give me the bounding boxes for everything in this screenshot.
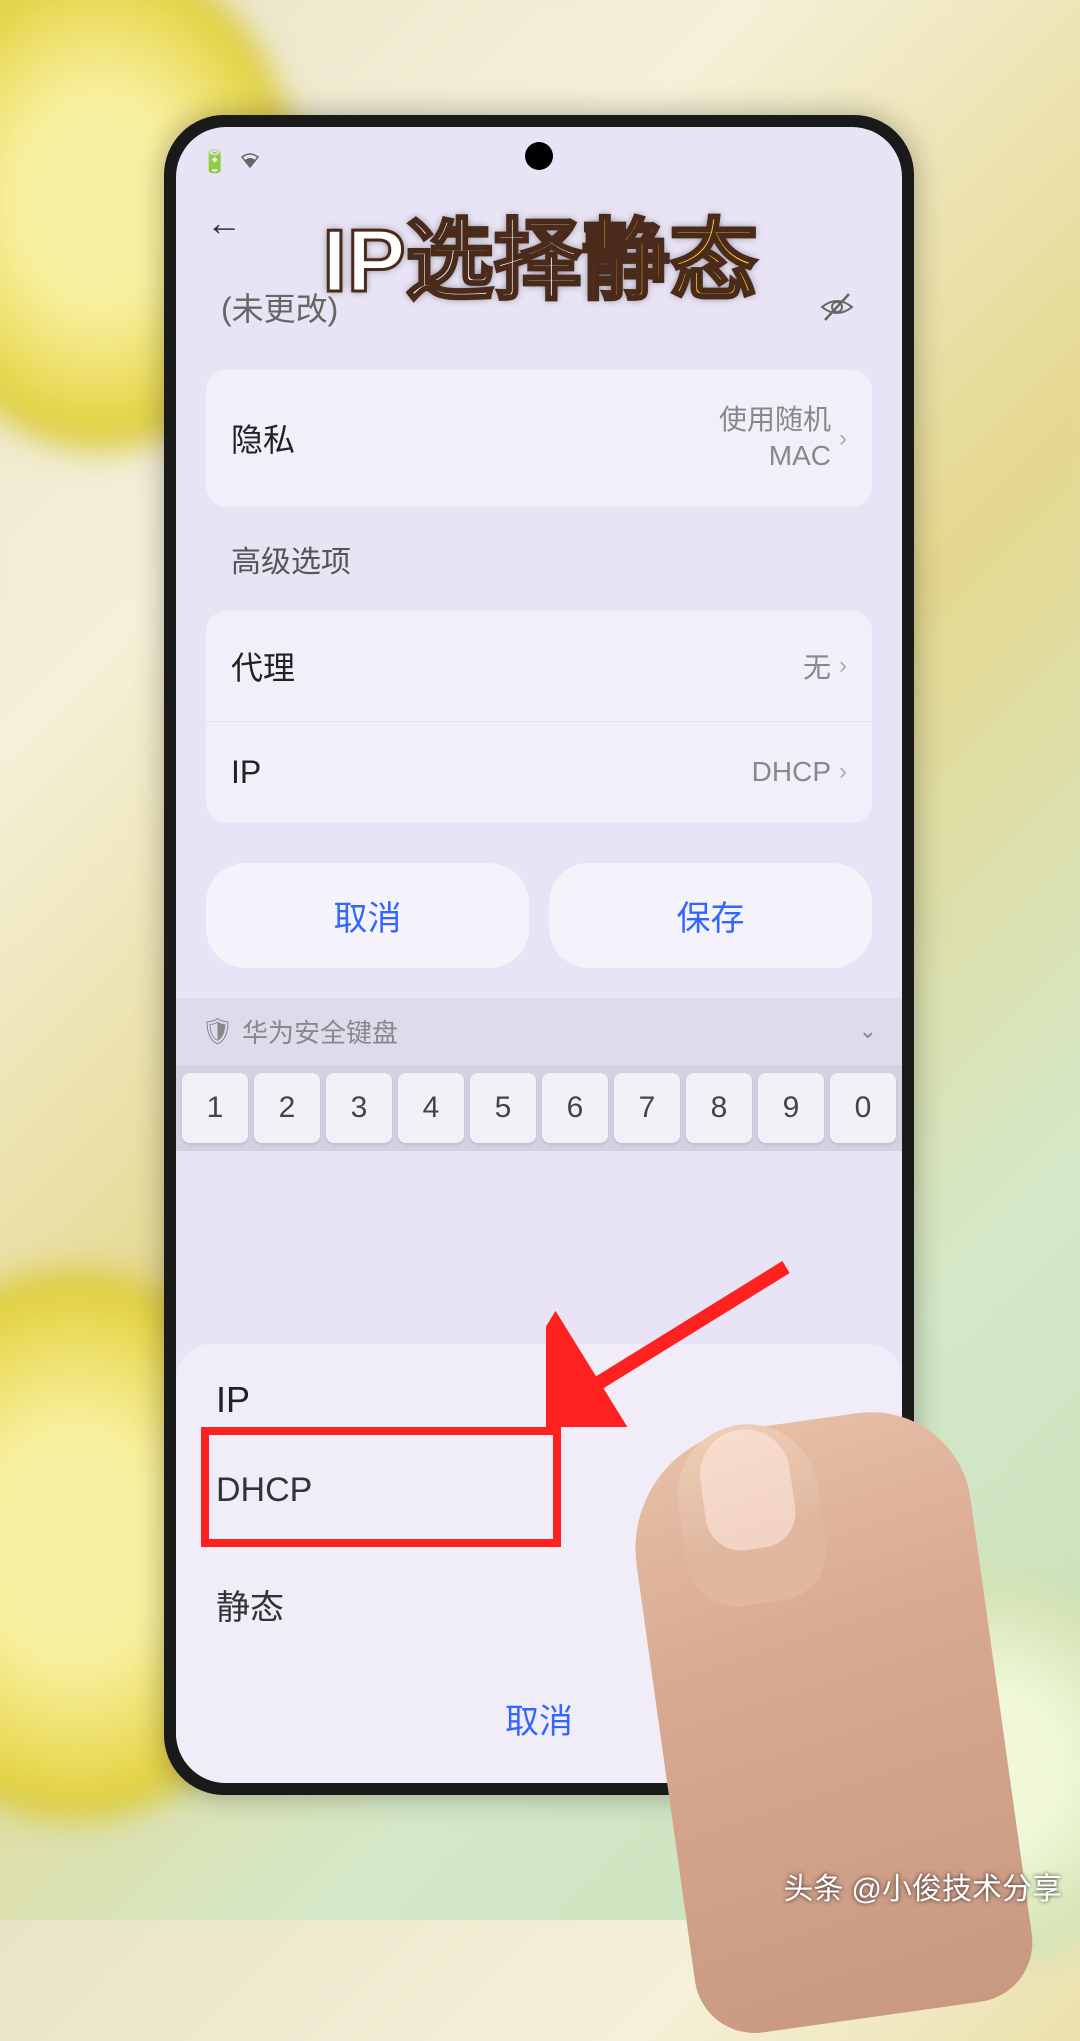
save-button[interactable]: 保存	[549, 863, 872, 968]
key-3[interactable]: 3	[326, 1073, 392, 1143]
key-2[interactable]: 2	[254, 1073, 320, 1143]
key-0[interactable]: 0	[830, 1073, 896, 1143]
privacy-label: 隐私	[231, 415, 295, 461]
option-dhcp[interactable]: DHCP	[206, 1436, 872, 1545]
shield-icon: 🛡	[201, 1016, 234, 1047]
phone-screen: 🔋 ← (未更改) 隐私 使用随机 MAC	[176, 127, 902, 1783]
keyboard-header: 🛡 华为安全键盘 ⌄	[176, 998, 902, 1065]
battery-icon: 🔋	[201, 149, 228, 175]
ip-selection-sheet: IP DHCP 静态 取消	[176, 1344, 902, 1783]
option-static[interactable]: 静态	[206, 1545, 872, 1664]
ip-row[interactable]: IP DHCP ›	[206, 722, 872, 823]
key-8[interactable]: 8	[686, 1073, 752, 1143]
caption-text-2: 静态	[582, 211, 758, 310]
camera-notch	[525, 142, 553, 170]
privacy-row[interactable]: 隐私 使用随机 MAC ›	[206, 370, 872, 507]
chevron-down-icon[interactable]: ⌄	[859, 1018, 877, 1044]
option-static-label: 静态	[216, 1580, 284, 1629]
ip-label: IP	[231, 754, 261, 791]
proxy-label: 代理	[231, 643, 295, 689]
keyboard-name: 华为安全键盘	[242, 1013, 398, 1050]
proxy-value: 无	[803, 646, 831, 686]
wifi-icon	[238, 149, 262, 175]
chevron-right-icon: ›	[839, 423, 847, 454]
video-caption-overlay: IP选择静态	[322, 190, 757, 317]
ip-value: DHCP	[752, 756, 831, 788]
key-1[interactable]: 1	[182, 1073, 248, 1143]
advanced-header: 高级选项	[206, 507, 872, 596]
sheet-title: IP	[206, 1379, 872, 1436]
radio-selected-icon	[830, 1475, 862, 1507]
privacy-card: 隐私 使用随机 MAC ›	[206, 370, 872, 507]
key-9[interactable]: 9	[758, 1073, 824, 1143]
watermark-prefix: 头条	[784, 1864, 844, 1908]
password-label: (未更改)	[221, 284, 338, 330]
eye-hidden-icon[interactable]	[817, 292, 857, 322]
chevron-right-icon: ›	[839, 758, 847, 786]
key-6[interactable]: 6	[542, 1073, 608, 1143]
phone-frame: 🔋 ← (未更改) 隐私 使用随机 MAC	[164, 115, 914, 1795]
option-dhcp-label: DHCP	[216, 1471, 312, 1510]
key-4[interactable]: 4	[398, 1073, 464, 1143]
radio-unselected-icon	[830, 1589, 862, 1621]
caption-text-1: IP选择	[322, 211, 581, 310]
cancel-button[interactable]: 取消	[206, 863, 529, 968]
key-7[interactable]: 7	[614, 1073, 680, 1143]
chevron-right-icon: ›	[839, 652, 847, 680]
watermark: 头条 @小俊技术分享	[784, 1864, 1062, 1908]
watermark-author: @小俊技术分享	[852, 1864, 1062, 1908]
proxy-row[interactable]: 代理 无 ›	[206, 611, 872, 722]
sheet-cancel-button[interactable]: 取消	[206, 1664, 872, 1753]
keyboard-number-row: 1 2 3 4 5 6 7 8 9 0	[176, 1065, 902, 1151]
privacy-value: 使用随机 MAC	[719, 402, 831, 475]
advanced-card: 代理 无 › IP DHCP ›	[206, 611, 872, 823]
key-5[interactable]: 5	[470, 1073, 536, 1143]
